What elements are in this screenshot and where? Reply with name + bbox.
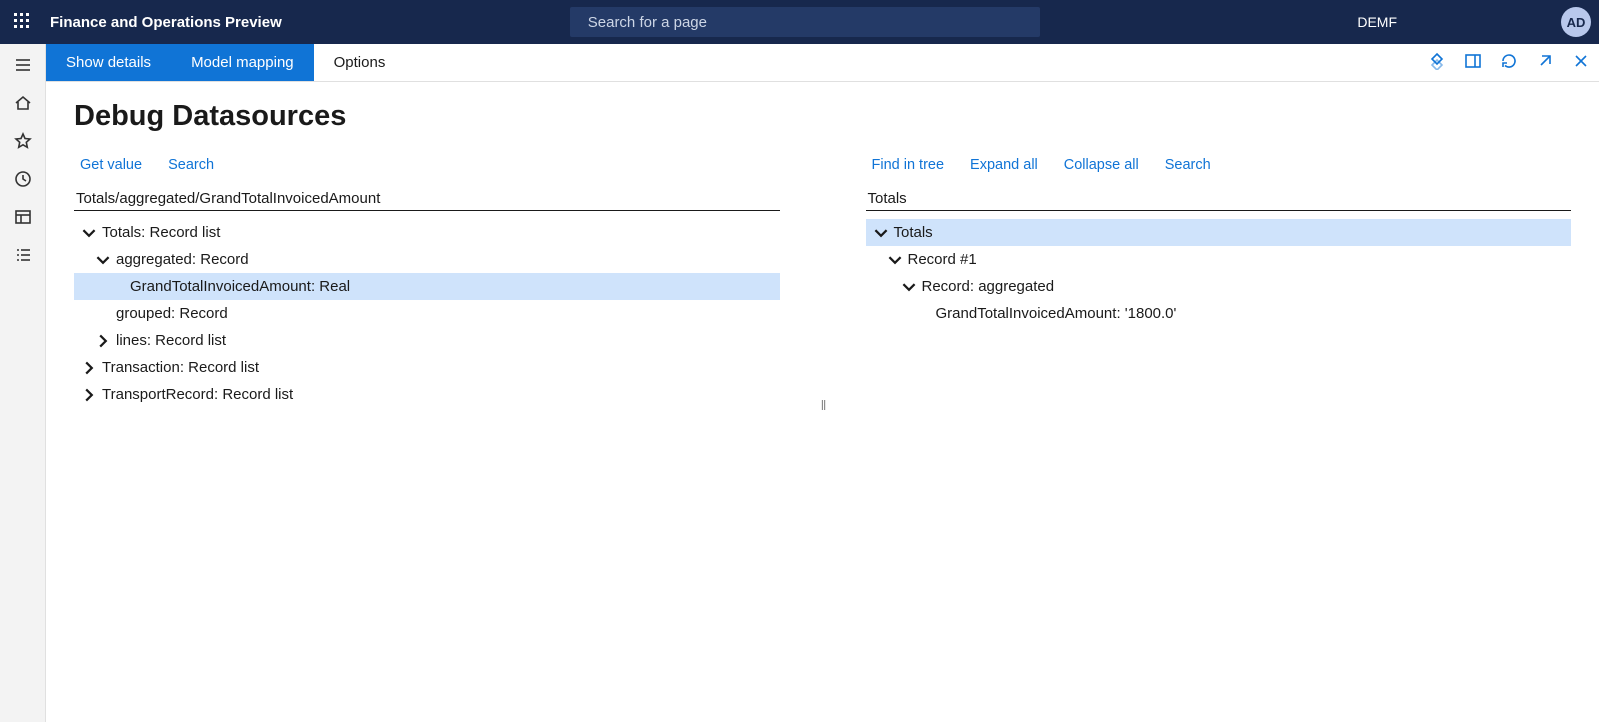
left-pane-toolbar: Get value Search — [74, 157, 780, 173]
tree-node-label: aggregated: Record — [116, 251, 249, 268]
tree-node-label: lines: Record list — [116, 332, 226, 349]
collapse-all-button[interactable]: Collapse all — [1058, 157, 1139, 173]
help-button[interactable] — [1509, 6, 1541, 38]
product-title: Finance and Operations Preview — [50, 14, 282, 31]
tree-node[interactable]: GrandTotalInvoicedAmount: Real — [74, 273, 780, 300]
popout-icon — [1536, 52, 1554, 73]
tree-node[interactable]: Totals: Record list — [74, 219, 780, 246]
caret-none-icon — [110, 280, 124, 294]
notifications-button[interactable] — [1417, 6, 1449, 38]
global-topbar: Finance and Operations Preview DEMF AD — [0, 0, 1599, 44]
get-value-button[interactable]: Get value — [74, 157, 142, 173]
caret-down-icon[interactable] — [888, 253, 902, 267]
rail-home-button[interactable] — [3, 88, 43, 120]
tree-node-label: TransportRecord: Record list — [102, 386, 293, 403]
tree-node-label: Totals: Record list — [102, 224, 220, 241]
caret-down-icon[interactable] — [874, 226, 888, 240]
caret-right-icon[interactable] — [82, 388, 96, 402]
refresh-icon — [1500, 52, 1518, 73]
find-in-tree-label: Find in tree — [872, 157, 945, 173]
actionbar-sidepane-button[interactable] — [1455, 44, 1491, 81]
page-body: Debug Datasources Get value — [46, 82, 1599, 722]
tree-node-label: GrandTotalInvoicedAmount: Real — [130, 278, 350, 295]
collapse-all-label: Collapse all — [1064, 157, 1139, 173]
tab-options[interactable]: Options — [314, 44, 406, 81]
company-code[interactable]: DEMF — [1357, 14, 1397, 30]
settings-button[interactable] — [1463, 6, 1495, 38]
tree-node-label: GrandTotalInvoicedAmount: '1800.0' — [936, 305, 1177, 322]
user-avatar[interactable]: AD — [1561, 7, 1591, 37]
tree-node-label: Record: aggregated — [922, 278, 1055, 295]
tree-node[interactable]: TransportRecord: Record list — [74, 381, 780, 408]
page-title: Debug Datasources — [74, 100, 1571, 133]
get-value-label: Get value — [80, 157, 142, 173]
tree-node[interactable]: aggregated: Record — [74, 246, 780, 273]
actionbar-popout-button[interactable] — [1527, 44, 1563, 81]
action-bar: Show details Model mapping Options — [46, 44, 1599, 82]
tree-node-label: Totals — [894, 224, 933, 241]
right-tree[interactable]: Totals Record #1 Record: aggregated GrandTo… — [866, 219, 1572, 327]
tree-node[interactable]: Totals — [866, 219, 1572, 246]
star-icon — [14, 132, 32, 153]
tree-node-label: Transaction: Record list — [102, 359, 259, 376]
right-pane-toolbar: Find in tree Expand all Co — [866, 157, 1572, 173]
tree-node[interactable]: GrandTotalInvoicedAmount: '1800.0' — [866, 300, 1572, 327]
global-search-input[interactable] — [588, 14, 1030, 31]
caret-none-icon — [96, 307, 110, 321]
app-launcher-button[interactable] — [8, 8, 36, 36]
hamburger-icon — [14, 56, 32, 77]
rail-favorites-button[interactable] — [3, 126, 43, 158]
rail-expand-button[interactable] — [3, 50, 43, 82]
tab-model-mapping[interactable]: Model mapping — [171, 44, 314, 81]
left-tree[interactable]: Totals: Record list aggregated: Record Gra… — [74, 219, 780, 408]
tree-node[interactable]: Record #1 — [866, 246, 1572, 273]
left-nav-rail — [0, 44, 46, 722]
close-icon — [1572, 52, 1590, 73]
pane-splitter[interactable]: ‖ — [820, 157, 826, 413]
rail-workspaces-button[interactable] — [3, 202, 43, 234]
caret-none-icon — [916, 307, 930, 321]
right-path[interactable]: Totals — [866, 187, 1572, 211]
tree-node-label: Record #1 — [908, 251, 977, 268]
caret-down-icon[interactable] — [902, 280, 916, 294]
caret-right-icon[interactable] — [96, 334, 110, 348]
tree-node[interactable]: Record: aggregated — [866, 273, 1572, 300]
left-search-button[interactable]: Search — [162, 157, 214, 173]
tree-node[interactable]: grouped: Record — [74, 300, 780, 327]
actionbar-refresh-button[interactable] — [1491, 44, 1527, 81]
caret-down-icon[interactable] — [82, 226, 96, 240]
tree-node[interactable]: lines: Record list — [74, 327, 780, 354]
right-pane: Find in tree Expand all Co — [866, 157, 1572, 327]
list-icon — [14, 246, 32, 267]
splitter-grip-icon: ‖ — [821, 397, 825, 413]
expand-all-label: Expand all — [970, 157, 1038, 173]
waffle-icon — [14, 13, 30, 32]
left-pane: Get value Search Totals/aggregated/Grand… — [74, 157, 780, 408]
caret-right-icon[interactable] — [82, 361, 96, 375]
caret-down-icon[interactable] — [96, 253, 110, 267]
actionbar-search-button[interactable] — [405, 44, 433, 81]
tab-show-details[interactable]: Show details — [46, 44, 171, 81]
workspace-icon — [14, 208, 32, 229]
rail-modules-button[interactable] — [3, 240, 43, 272]
right-search-button[interactable]: Search — [1159, 157, 1211, 173]
home-icon — [14, 94, 32, 115]
left-path[interactable]: Totals/aggregated/GrandTotalInvoicedAmou… — [74, 187, 780, 211]
actionbar-attach-button[interactable] — [1419, 44, 1455, 81]
expand-all-button[interactable]: Expand all — [964, 157, 1038, 173]
side-panel-icon — [1464, 52, 1482, 73]
tree-node[interactable]: Transaction: Record list — [74, 354, 780, 381]
find-in-tree-button[interactable]: Find in tree — [866, 157, 945, 173]
right-search-label: Search — [1165, 157, 1211, 173]
tree-node-label: grouped: Record — [116, 305, 228, 322]
actionbar-close-button[interactable] — [1563, 44, 1599, 81]
clock-icon — [14, 170, 32, 191]
global-search[interactable] — [570, 7, 1040, 37]
rail-recent-button[interactable] — [3, 164, 43, 196]
diamond-icon — [1428, 52, 1446, 73]
left-search-label: Search — [168, 157, 214, 173]
